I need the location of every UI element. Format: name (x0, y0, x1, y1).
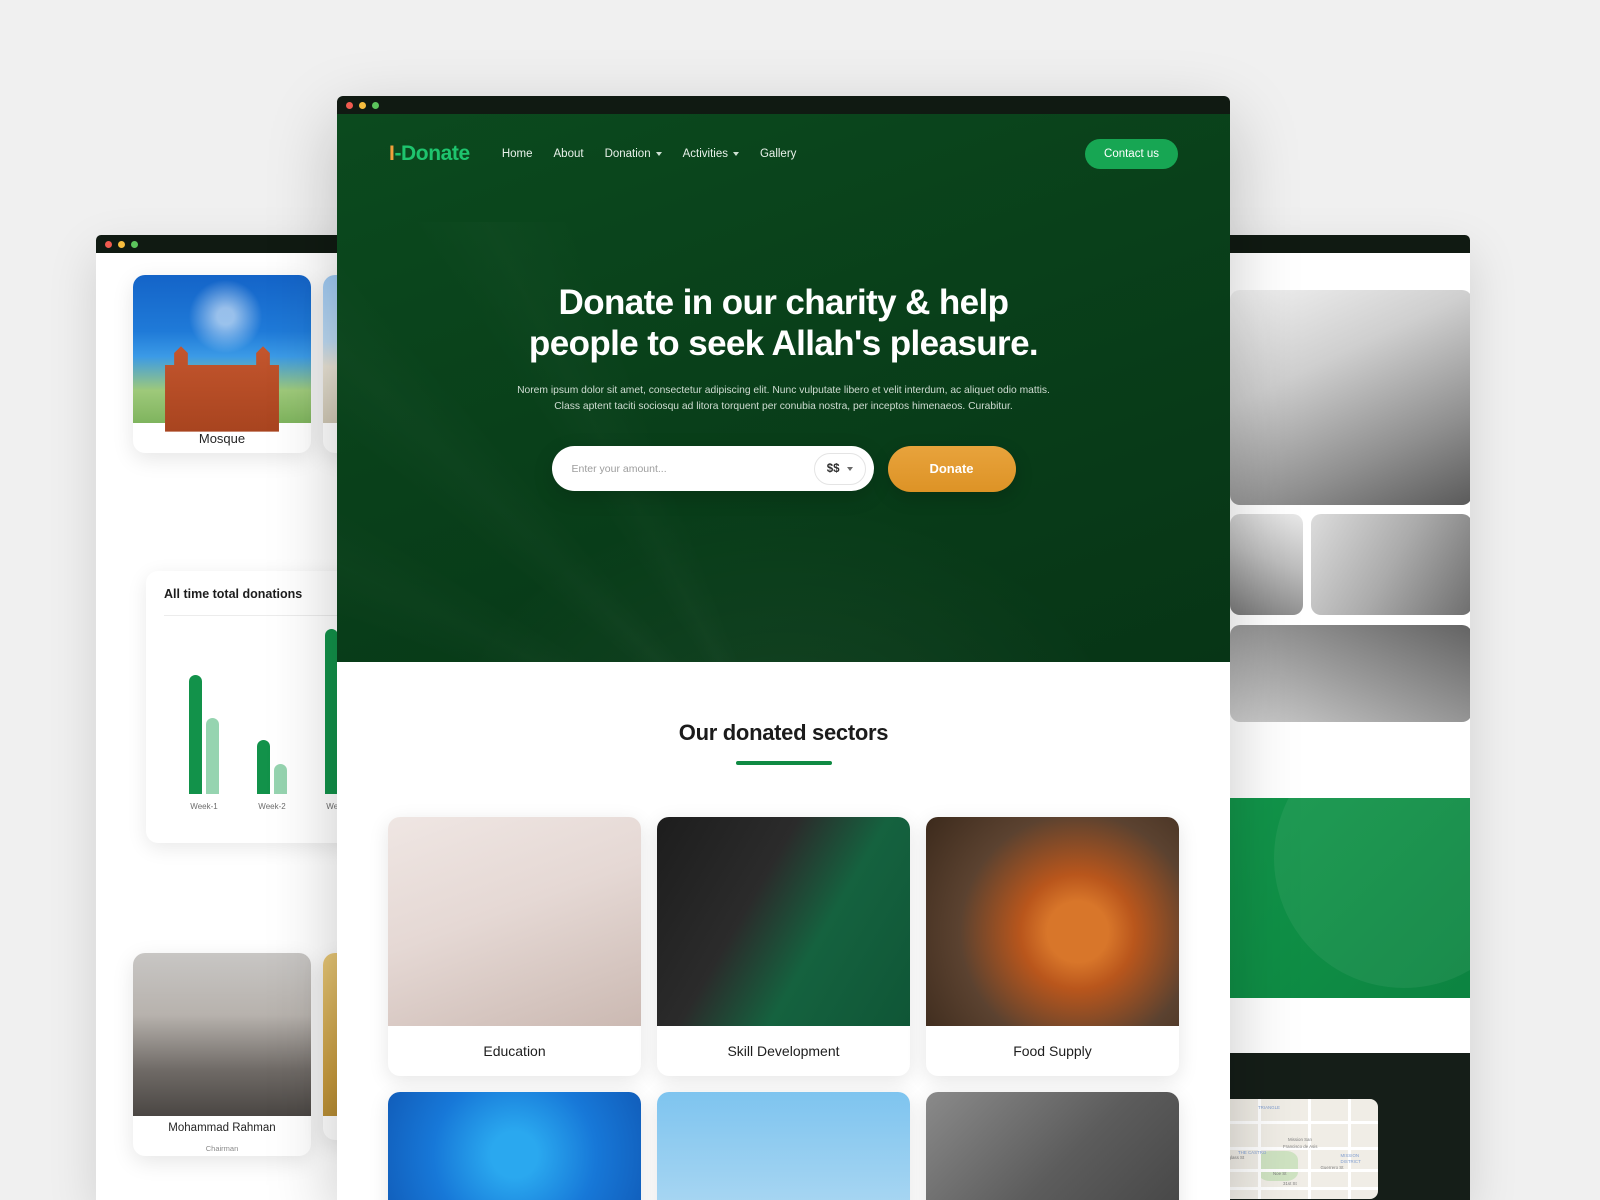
donate-button[interactable]: Donate (887, 445, 1016, 492)
map-road (1258, 1099, 1261, 1199)
collage-photo (1230, 625, 1470, 722)
minimize-icon[interactable] (118, 240, 125, 248)
nav-link-about[interactable]: About (554, 148, 584, 160)
hero-content: Donate in our charity & help people to s… (337, 194, 1230, 416)
map-label: TRIANGLE (1258, 1105, 1280, 1110)
hero-heading-line1: Donate in our charity & help (558, 283, 1010, 322)
sector-card[interactable]: Food Supply (926, 817, 1179, 1076)
map-label: Guerrero St (1320, 1165, 1344, 1170)
chart-bar (257, 740, 270, 794)
map-label: Mission San (1288, 1137, 1312, 1142)
nav-link-label: Home (501, 148, 533, 160)
sector-card-label: Skill Development (727, 1043, 840, 1059)
person-card[interactable]: Mohammad Rahman Chairman (133, 953, 311, 1156)
sector-card-grid: Education Skill Development Food Supply (337, 817, 1230, 1200)
person-photo (133, 953, 311, 1116)
donated-sectors-section: Our donated sectors Education Skill Devel… (337, 662, 1230, 1200)
hero-heading-line2: people to seek Allah's pleasure. (528, 324, 1039, 364)
site-navbar: I-Donate Home About Donation Activities Gall… (337, 114, 1230, 194)
decorative-glow (1274, 798, 1470, 988)
close-icon[interactable] (105, 240, 112, 248)
sector-photo (926, 817, 1179, 1026)
sector-photo (388, 817, 641, 1026)
close-icon[interactable] (346, 101, 353, 109)
mockup-stage: Mosque All time total donations Week-1 We… (0, 0, 1600, 1200)
chart-x-label: Week-1 (190, 802, 218, 811)
chart-bar (206, 718, 219, 794)
section-title: Our donated sectors (678, 720, 889, 745)
sector-photo (657, 1092, 910, 1200)
sector-card-label: Food Supply (1013, 1043, 1092, 1059)
site-logo[interactable]: I-Donate (389, 142, 470, 166)
collage-photo (1311, 514, 1470, 615)
window-titlebar (337, 96, 1230, 114)
map-label: 31st St (1283, 1181, 1297, 1186)
currency-value: $$ (826, 462, 840, 475)
person-name: Mohammad Rahman (168, 1122, 276, 1134)
sector-card[interactable] (657, 1092, 910, 1200)
logo-wordmark: Donate (401, 142, 470, 165)
chart-bar (189, 675, 202, 794)
map-label: DISTRICT (1340, 1159, 1361, 1164)
hero-section: I-Donate Home About Donation Activities Gall… (337, 114, 1230, 662)
sector-card[interactable]: Skill Development (657, 817, 910, 1076)
chart-bar-group (257, 740, 287, 794)
nav-link-home[interactable]: Home (502, 148, 533, 160)
nav-links: Home About Donation Activities Gallery (502, 148, 797, 160)
chevron-down-icon (732, 152, 739, 156)
nav-link-label: Gallery (759, 148, 797, 160)
sector-photo (926, 1092, 1179, 1200)
map-label: MISSION (1340, 1153, 1360, 1158)
chevron-down-icon (655, 152, 662, 156)
nav-link-label: Activities (682, 148, 728, 160)
sector-card-label: Education (483, 1043, 546, 1059)
contact-us-button[interactable]: Contact us (1085, 139, 1178, 169)
nav-link-gallery[interactable]: Gallery (760, 148, 796, 160)
map-label: THE CASTRO (1238, 1150, 1267, 1155)
sector-card[interactable]: Education (388, 817, 641, 1076)
collage-photo (1230, 290, 1470, 505)
title-underline-accent (735, 761, 832, 765)
person-role: Chairman (205, 1143, 239, 1153)
donate-form: $$ Donate (337, 445, 1230, 492)
map-park (1258, 1151, 1298, 1181)
collage-photo (1230, 514, 1303, 615)
hero-heading: Donate in our charity & help people to s… (337, 282, 1230, 365)
gallery-photo (133, 275, 311, 423)
nav-link-label: About (553, 148, 584, 160)
map-road (1348, 1099, 1351, 1199)
chart-bar (274, 764, 287, 794)
map-label: Noe St (1273, 1171, 1287, 1176)
chart-bar-group (189, 675, 219, 794)
maximize-icon[interactable] (131, 240, 138, 248)
chevron-down-icon (846, 466, 853, 471)
minimize-icon[interactable] (359, 101, 366, 109)
nav-link-activities[interactable]: Activities (683, 148, 739, 160)
maximize-icon[interactable] (372, 101, 379, 109)
amount-input-wrapper: $$ (551, 446, 874, 492)
map-road (1308, 1099, 1311, 1199)
main-browser-window: I-Donate Home About Donation Activities Gall… (337, 96, 1230, 1200)
nav-link-label: Donation (604, 148, 651, 160)
hero-paragraph: Norem ipsum dolor sit amet, consectetur … (517, 384, 1050, 413)
nav-link-donation[interactable]: Donation (605, 148, 662, 160)
amount-input[interactable] (571, 462, 814, 475)
currency-select[interactable]: $$ (813, 452, 866, 485)
sector-photo (657, 817, 910, 1026)
sector-card[interactable] (926, 1092, 1179, 1200)
gallery-card[interactable]: Mosque (133, 275, 311, 453)
sector-card[interactable] (388, 1092, 641, 1200)
chart-x-label: Week-2 (258, 802, 286, 811)
map-label: Francisco de Asis (1283, 1144, 1318, 1149)
sector-photo (388, 1092, 641, 1200)
